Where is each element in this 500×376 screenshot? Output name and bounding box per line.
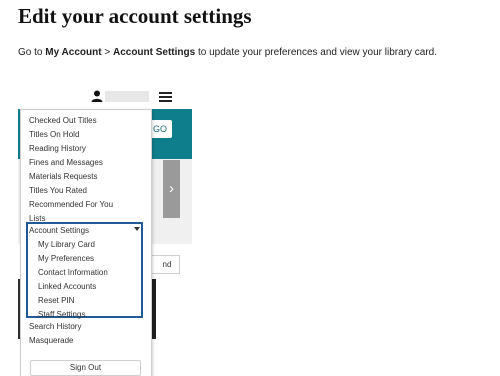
submenu-contact-information[interactable]: Contact Information [38, 267, 108, 279]
intro-separator: > [101, 47, 113, 58]
page-title: Edit your account settings [18, 4, 252, 28]
intro-text: Go to My Account > Account Settings to u… [18, 47, 437, 58]
hamburger-menu-icon[interactable] [159, 92, 172, 102]
menu-item-recommended[interactable]: Recommended For You [29, 199, 113, 211]
mobile-screenshot: GO › nd Checked Out Titles Titles On Hol… [18, 84, 192, 376]
submenu-my-preferences[interactable]: My Preferences [38, 253, 94, 265]
partial-button-label: nd [162, 260, 172, 269]
menu-item-account-settings[interactable]: Account Settings [29, 225, 89, 237]
help-page: Edit your account settings Go to My Acco… [0, 0, 500, 376]
menu-item-titles-on-hold[interactable]: Titles On Hold [29, 129, 79, 141]
mobile-header [18, 84, 192, 110]
submenu-linked-accounts[interactable]: Linked Accounts [38, 281, 96, 293]
menu-item-titles-rated[interactable]: Titles You Rated [29, 185, 87, 197]
intro-suffix: to update your preferences and view your… [195, 47, 437, 58]
menu-item-search-history[interactable]: Search History [29, 321, 81, 333]
username-redacted[interactable] [105, 91, 149, 102]
menu-item-checked-out[interactable]: Checked Out Titles [29, 115, 97, 127]
intro-account-settings: Account Settings [112, 47, 196, 58]
menu-item-materials-requests[interactable]: Materials Requests [29, 171, 97, 183]
menu-item-fines-messages[interactable]: Fines and Messages [29, 157, 103, 169]
submenu-my-library-card[interactable]: My Library Card [38, 239, 95, 251]
submenu-reset-pin[interactable]: Reset PIN [38, 295, 74, 307]
caret-down-icon[interactable] [134, 227, 140, 231]
intro-prefix: Go to [18, 47, 46, 58]
intro-my-account: My Account [45, 47, 102, 58]
user-icon[interactable] [91, 90, 103, 102]
menu-item-masquerade[interactable]: Masquerade [29, 335, 73, 347]
carousel-next-arrow[interactable]: › [163, 160, 180, 218]
menu-item-reading-history[interactable]: Reading History [29, 143, 86, 155]
account-dropdown-menu: Checked Out Titles Titles On Hold Readin… [20, 109, 152, 376]
submenu-staff-settings[interactable]: Staff Settings [38, 309, 85, 321]
sign-out-button[interactable]: Sign Out [30, 360, 141, 376]
